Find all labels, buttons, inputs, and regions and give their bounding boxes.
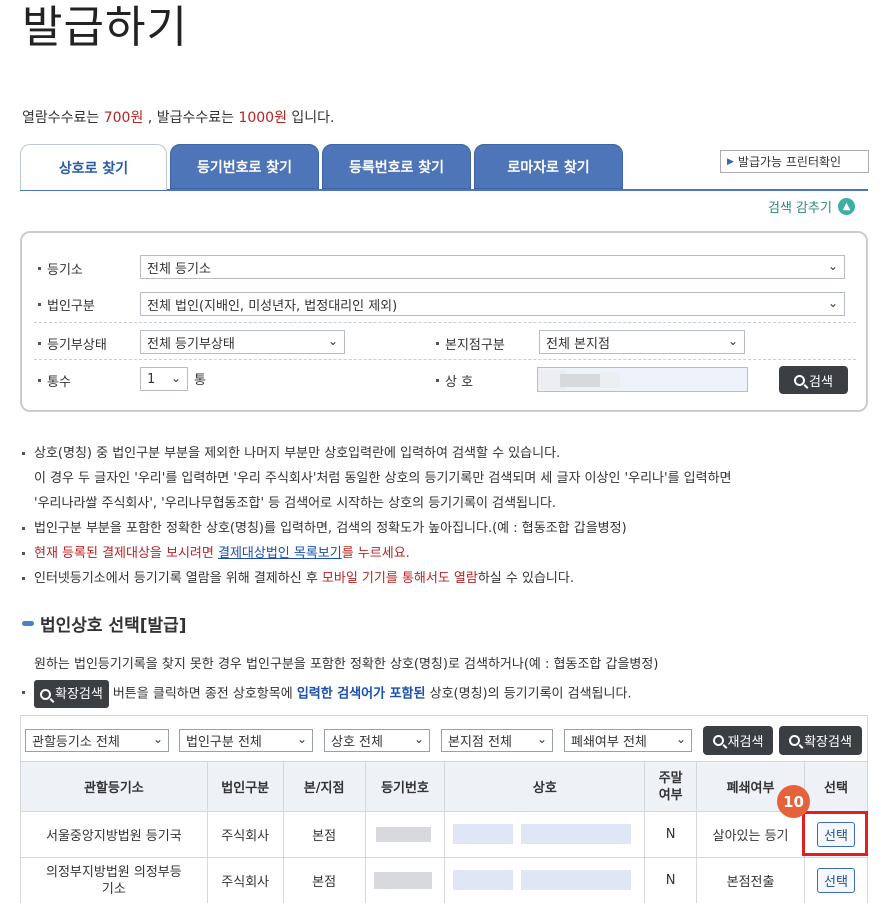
search-icon	[794, 374, 806, 386]
result-table: 관할등기소 법인구분 본/지점 등기번호 상호 주말 여부 폐쇄여부 선택 서울중…	[20, 761, 868, 903]
tab-search-by-name[interactable]: 상호로 찾기	[20, 144, 167, 190]
filter-office-select[interactable]: 관할등기소 전체 ⌄	[25, 729, 169, 752]
chevron-down-icon: ⌄	[536, 732, 547, 746]
name-label: 상 호	[436, 371, 473, 390]
filter-closed-select[interactable]: 폐쇄여부 전체 ⌄	[564, 729, 692, 752]
filter-branch-select[interactable]: 본지점 전체 ⌄	[441, 729, 553, 752]
chevron-down-icon: ⌄	[727, 334, 738, 348]
cell-corp-type: 주식회사	[206, 857, 284, 903]
collapse-search-toggle[interactable]: 검색 감추기 ▲	[768, 197, 855, 216]
cell-closed: 본점전출	[696, 857, 805, 903]
cell-branch: 본점	[282, 857, 366, 903]
cell-corp-type: 주식회사	[206, 811, 284, 858]
view-fee: 700원	[103, 110, 144, 126]
search-icon	[789, 735, 801, 746]
cell-weekend: N	[644, 857, 698, 903]
branch-type-label: 본지점구분	[436, 334, 505, 353]
search-icon	[40, 688, 51, 700]
cell-office: 의정부지방법원 의정부등 기소	[20, 857, 208, 903]
note-item: 현재 등록된 결제대상을 보시려면 결제대상법인 목록보기를 누르세요.	[22, 541, 872, 566]
tab-search-by-reg-number[interactable]: 등기번호로 찾기	[170, 144, 319, 189]
arrow-right-icon: ▶	[727, 156, 734, 167]
highlight-box	[802, 811, 868, 856]
reg-status-label: 등기부상태	[38, 334, 107, 353]
filter-corp-type-select[interactable]: 법인구분 전체 ⌄	[179, 729, 313, 752]
chevron-down-icon: ⌄	[152, 732, 163, 746]
copies-unit: 통	[194, 373, 206, 388]
cell-branch: 본점	[282, 811, 366, 858]
cell-name	[444, 811, 646, 858]
tab-search-by-registration-number[interactable]: 등록번호로 찾기	[322, 144, 471, 189]
col-reg-number: 등기번호	[364, 761, 446, 812]
cell-reg-number	[364, 857, 446, 903]
chevron-up-icon: ▲	[837, 198, 855, 215]
step-badge: 10	[777, 785, 810, 818]
cell-weekend: N	[644, 811, 698, 858]
issue-fee: 1000원	[238, 110, 287, 126]
note-item: 법인구분 부분을 포함한 정확한 상호(명칭)를 입력하면, 검색의 정확도가 …	[22, 516, 872, 541]
chevron-down-icon: ⌄	[296, 732, 307, 746]
search-icon	[712, 735, 724, 746]
extend-search-button[interactable]: 확장검색	[779, 726, 862, 755]
chevron-down-icon: ⌄	[827, 296, 838, 310]
note-item: 확장검색 버튼을 클릭하면 종전 상호항목에 입력한 검색어가 포함된 상호(명칭…	[22, 680, 872, 708]
result-filter-bar: 관할등기소 전체 ⌄ 법인구분 전체 ⌄ 상호 전체 ⌄ 본지점 전체 ⌄ 폐쇄여부 전…	[20, 715, 868, 761]
col-corp-type: 법인구분	[206, 761, 284, 812]
research-button[interactable]: 재검색	[703, 726, 773, 755]
chevron-down-icon: ⌄	[675, 732, 686, 746]
col-office: 관할등기소	[20, 761, 208, 812]
table-row: 의정부지방법원 의정부등 기소 주식회사 본점 N 본점전출 선택	[20, 857, 868, 903]
corp-type-label: 법인구분	[38, 295, 95, 314]
col-name: 상호	[444, 761, 646, 812]
section-bullet-icon	[22, 621, 34, 626]
copies-label: 통수	[38, 371, 71, 390]
registry-select[interactable]: 전체 등기소 ⌄	[140, 255, 845, 279]
copies-select[interactable]: 1 ⌄	[140, 367, 188, 391]
search-help-notes: 상호(명칭) 중 법인구분 부분을 제외한 나머지 부분만 상호입력란에 입력하…	[22, 441, 872, 591]
section-title: 법인상호 선택[발급]	[22, 611, 187, 636]
search-button[interactable]: 검색	[779, 366, 848, 394]
payment-target-list-link[interactable]: 결제대상법인 목록보기	[218, 546, 342, 561]
col-weekend: 주말 여부	[644, 761, 698, 812]
note-item-cont: 이 경우 두 글자인 '우리'를 입력하면 '우리 주식회사'처럼 동일한 상호…	[34, 471, 732, 486]
table-row: 서울중앙지방법원 등기국 주식회사 본점 N 살아있는 등기 선택	[20, 811, 868, 858]
cell-closed: 살아있는 등기	[696, 811, 805, 858]
table-header-row: 관할등기소 법인구분 본/지점 등기번호 상호 주말 여부 폐쇄여부 선택	[20, 761, 868, 812]
fee-notice: 열람수수료는 700원 , 발급수수료는 1000원 입니다.	[22, 110, 335, 126]
col-select: 선택	[804, 761, 868, 812]
chevron-down-icon: ⌄	[413, 732, 424, 746]
chevron-down-icon: ⌄	[827, 259, 838, 273]
note-item: 인터넷등기소에서 등기기록 열람을 위해 결제하신 후 모바일 기기를 통해서도…	[22, 566, 872, 591]
extend-search-inline-button[interactable]: 확장검색	[34, 680, 109, 708]
select-help-notes: 원하는 법인등기기록을 찾지 못한 경우 법인구분을 포함한 정확한 상호(명칭…	[22, 652, 872, 708]
branch-type-select[interactable]: 전체 본지점 ⌄	[539, 330, 745, 354]
cell-select: 선택	[804, 857, 868, 903]
cell-name	[444, 857, 646, 903]
registry-label: 등기소	[38, 259, 83, 278]
company-name-input[interactable]	[537, 367, 748, 392]
corp-type-select[interactable]: 전체 법인(지배인, 미성년자, 법정대리인 제외) ⌄	[140, 292, 845, 316]
reg-status-select[interactable]: 전체 등기부상태 ⌄	[140, 330, 345, 354]
cell-office: 서울중앙지방법원 등기국	[20, 811, 208, 858]
tab-search-by-roman[interactable]: 로마자로 찾기	[474, 144, 623, 189]
chevron-down-icon: ⌄	[170, 371, 181, 385]
note-item: 상호(명칭) 중 법인구분 부분을 제외한 나머지 부분만 상호입력란에 입력하…	[22, 441, 872, 466]
cell-reg-number	[364, 811, 446, 858]
note-item-cont: '우리나라쌀 주식회사', '우리나무협동조합' 등 검색어로 시작하는 상호의…	[34, 496, 557, 511]
filter-name-select[interactable]: 상호 전체 ⌄	[324, 729, 430, 752]
select-button[interactable]: 선택	[817, 868, 855, 893]
chevron-down-icon: ⌄	[327, 334, 338, 348]
search-form: 등기소 전체 등기소 ⌄ 법인구분 전체 법인(지배인, 미성년자, 법정대리인 …	[20, 231, 868, 412]
note-item: 원하는 법인등기기록을 찾지 못한 경우 법인구분을 포함한 정확한 상호(명칭…	[34, 657, 659, 672]
col-branch: 본/지점	[282, 761, 366, 812]
page-title: 발급하기	[22, 2, 188, 53]
printer-check-button[interactable]: ▶ 발급가능 프린터확인	[720, 150, 869, 173]
